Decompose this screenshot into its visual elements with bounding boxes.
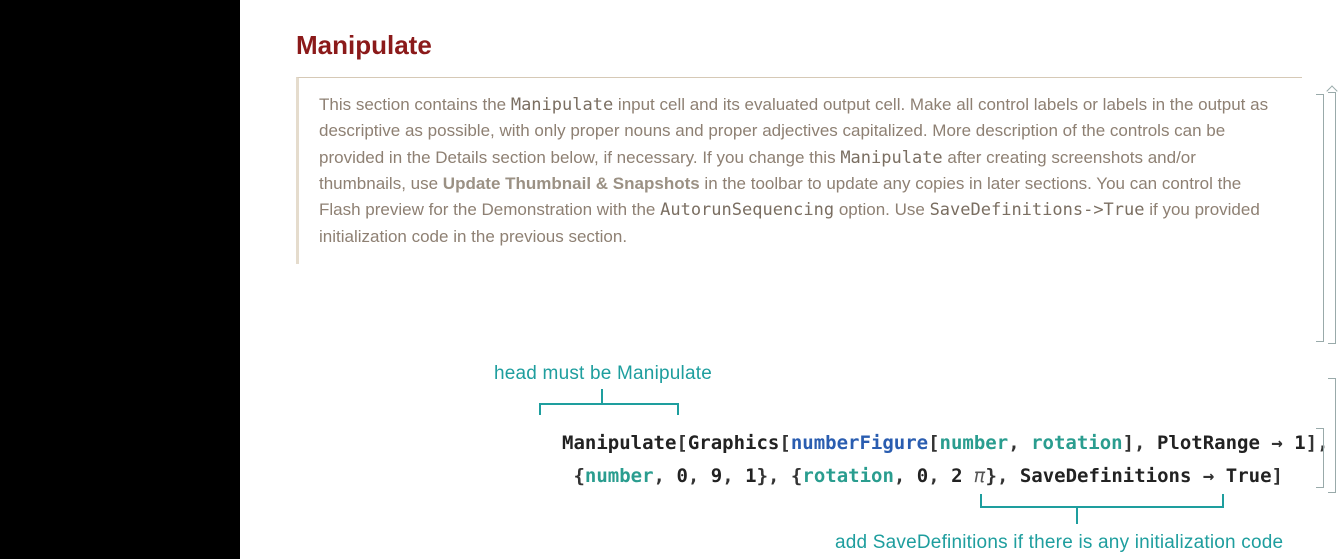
token-comma: , xyxy=(654,465,677,487)
token-comma: , xyxy=(688,465,711,487)
token-var: number xyxy=(585,465,654,487)
cell-bracket-icon[interactable] xyxy=(1316,94,1324,342)
token-bracket: [ xyxy=(928,432,939,454)
cell-bracket-icon[interactable] xyxy=(1328,92,1336,344)
token-brace: } xyxy=(757,465,768,487)
annotation-connector-top xyxy=(539,389,679,421)
desc-text: This section contains the xyxy=(319,95,511,114)
annotation-bottom: add SaveDefinitions if there is any init… xyxy=(835,532,1283,554)
token-var: rotation xyxy=(1031,432,1123,454)
token-var: number xyxy=(940,432,1009,454)
token-comma: , xyxy=(894,465,917,487)
notebook-page: Manipulate This section contains the Man… xyxy=(240,0,1342,559)
token-userfunc: numberFigure xyxy=(791,432,928,454)
token-num: 1 xyxy=(1294,432,1305,454)
token-num: 0 xyxy=(676,465,687,487)
token-bracket: [ xyxy=(779,432,790,454)
section-heading: Manipulate xyxy=(296,30,1302,61)
desc-text: option. Use xyxy=(834,200,929,219)
token-brace: } xyxy=(985,465,996,487)
token-comma: , xyxy=(722,465,745,487)
arrow-icon: → xyxy=(1203,465,1214,487)
token-opt: SaveDefinitions xyxy=(1020,465,1192,487)
token-comma: , xyxy=(768,465,791,487)
token-comma: , xyxy=(1008,432,1031,454)
content-area: Manipulate This section contains the Man… xyxy=(240,0,1342,264)
arrow-icon: → xyxy=(1271,432,1282,454)
desc-code: Manipulate xyxy=(840,148,942,168)
desc-code: AutorunSequencing xyxy=(660,200,834,220)
token-bracket: ] xyxy=(1123,432,1134,454)
annotation-top: head must be Manipulate xyxy=(494,363,712,385)
annotation-connector-bottom xyxy=(980,494,1224,528)
token-comma: , xyxy=(928,465,951,487)
desc-code: Manipulate xyxy=(511,95,613,115)
section-description: This section contains the Manipulate inp… xyxy=(296,77,1302,264)
token-brace: { xyxy=(573,465,584,487)
token-num: 0 xyxy=(917,465,928,487)
token-num: 9 xyxy=(711,465,722,487)
token-comma: , xyxy=(997,465,1020,487)
token-opt: PlotRange xyxy=(1157,432,1260,454)
pi-icon: π xyxy=(974,465,985,487)
token-num: 2 xyxy=(951,465,962,487)
cell-bracket-icon[interactable] xyxy=(1316,428,1324,488)
token-brace: { xyxy=(791,465,802,487)
token-num: 1 xyxy=(745,465,756,487)
token-bracket: ] xyxy=(1272,465,1283,487)
code-input-cell[interactable]: Manipulate[Graphics[numberFigure[number,… xyxy=(562,427,1329,494)
cell-bracket-icon[interactable] xyxy=(1328,378,1336,493)
token-val: True xyxy=(1226,465,1272,487)
token-func: Graphics xyxy=(688,432,780,454)
token-var: rotation xyxy=(802,465,894,487)
token-comma: , xyxy=(1134,432,1157,454)
token-head: Manipulate xyxy=(562,432,676,454)
token-bracket: [ xyxy=(676,432,687,454)
desc-link-update[interactable]: Update Thumbnail & Snapshots xyxy=(443,174,700,193)
desc-code: SaveDefinitions->True xyxy=(930,200,1145,220)
